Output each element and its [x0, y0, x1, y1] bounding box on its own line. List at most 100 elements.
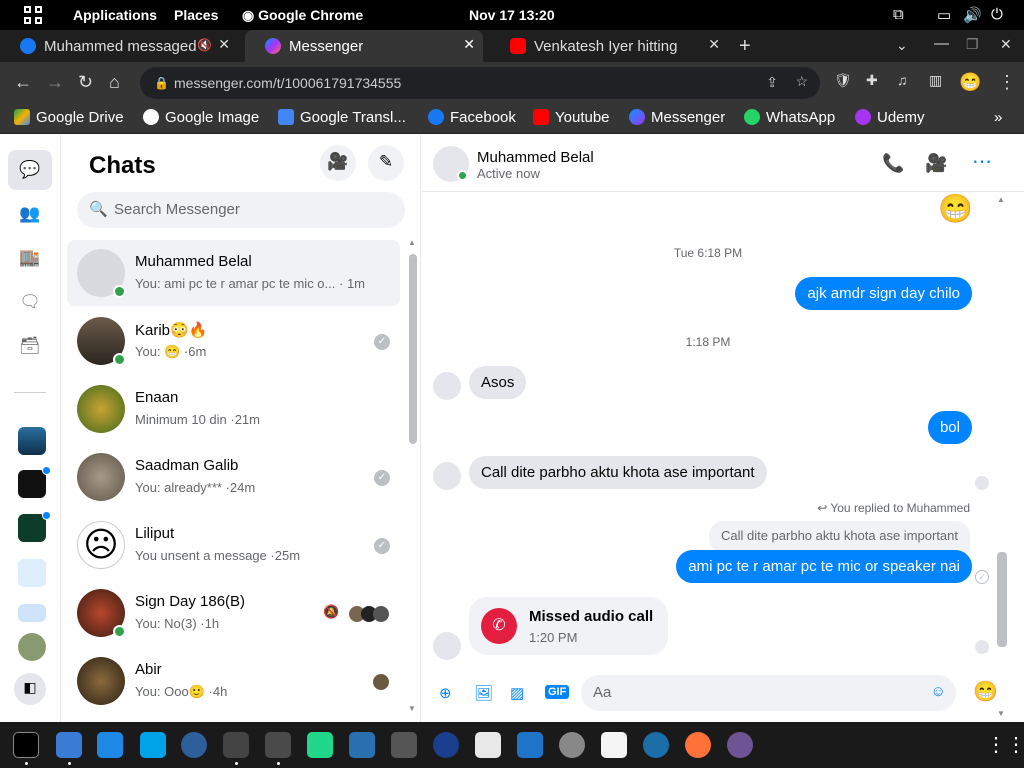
sticker-icon[interactable]: ▨: [510, 684, 524, 702]
outgoing-message[interactable]: ajk amdr sign day chilo: [795, 277, 972, 310]
chrome-menu-icon[interactable]: ⋮: [998, 72, 1016, 93]
scroll-thumb[interactable]: [409, 254, 417, 444]
chat-row-liliput[interactable]: ☹ Liliput You unsent a message ·25m ✓: [67, 512, 400, 578]
bookmark-whatsapp[interactable]: WhatsApp: [744, 109, 835, 126]
contact-name[interactable]: Muhammed Belal: [477, 149, 594, 166]
address-bar[interactable]: 🔒 messenger.com/t/100061791734555 ⇪ ☆: [140, 67, 820, 99]
mute-icon[interactable]: 🔇: [197, 38, 212, 52]
lang-community-icon[interactable]: [18, 514, 46, 542]
outgoing-message[interactable]: ami pc te r amar pc te mic or speaker na…: [676, 550, 972, 583]
bookmark-facebook[interactable]: Facebook: [428, 109, 516, 126]
mixer-icon[interactable]: [349, 732, 375, 758]
app-grid-icon[interactable]: [24, 6, 42, 24]
collapse-sidebar-icon[interactable]: ◧: [14, 673, 46, 705]
chat-row-muhammed-belal[interactable]: Muhammed Belal You: ami pc te r amar pc …: [67, 240, 400, 306]
files-icon[interactable]: [56, 732, 82, 758]
color-picker-icon[interactable]: [475, 732, 501, 758]
more-actions-icon[interactable]: ⊕: [439, 684, 452, 702]
incoming-message[interactable]: Call dite parbho aktu khota ase importan…: [469, 456, 767, 489]
bookmark-google-image[interactable]: Google Image: [143, 109, 259, 126]
chat-row-sign-day[interactable]: Sign Day 186(B) You: No(3) ·1h 🔕: [67, 580, 400, 646]
extension-shield-icon[interactable]: 🛡: [834, 72, 852, 89]
scroll-up-arrow[interactable]: ▲: [408, 238, 416, 247]
power-icon[interactable]: ⏻: [991, 6, 1003, 23]
chats-nav-icon[interactable]: 💬: [8, 150, 52, 190]
clock[interactable]: Nov 17 13:20: [469, 7, 555, 23]
bookmark-udemy[interactable]: Udemy: [855, 109, 925, 126]
forward-button[interactable]: →: [46, 72, 64, 93]
vscode-icon[interactable]: [97, 732, 123, 758]
wireshark-icon[interactable]: [643, 732, 669, 758]
conversation-scrollbar[interactable]: ▲ ▼: [996, 192, 1008, 722]
applications-menu[interactable]: Applications: [73, 7, 157, 23]
grin-emoji-message[interactable]: 😁: [938, 192, 973, 225]
new-tab-button[interactable]: +: [739, 35, 751, 58]
terminal-icon[interactable]: [13, 732, 39, 758]
bangladesh-community-icon[interactable]: [18, 559, 46, 587]
side-panel-icon[interactable]: ▥: [929, 72, 942, 89]
show-apps-icon[interactable]: ⋮⋮⋮: [986, 732, 1024, 757]
system-monitor-icon[interactable]: [181, 732, 207, 758]
lock-icon[interactable]: 🔒: [154, 76, 169, 90]
close-tab-icon[interactable]: ✕: [463, 36, 475, 53]
chat-row-abir[interactable]: Abir You: Ooo🙂 ·4h: [67, 648, 400, 714]
app-installer-icon[interactable]: [140, 732, 166, 758]
reply-quote[interactable]: Call dite parbho aktu khota ase importan…: [708, 521, 970, 553]
chat-row-saadman-galib[interactable]: Saadman Galib You: already*** ·24m ✓: [67, 444, 400, 510]
home-button[interactable]: ⌂: [109, 72, 120, 93]
share-icon[interactable]: ⇪: [766, 74, 778, 91]
tab-youtube[interactable]: Venkatesh Iyer hitting ✕: [490, 30, 728, 62]
chrome-taskbar-icon[interactable]: [223, 732, 249, 758]
tab-facebook[interactable]: Muhammed messaged 🔇 ✕: [0, 30, 238, 62]
mail-community-icon[interactable]: [18, 604, 46, 622]
new-room-button[interactable]: 🎥: [320, 145, 356, 181]
attach-image-icon[interactable]: 🖼: [474, 684, 493, 702]
close-tab-icon[interactable]: ✕: [708, 36, 720, 53]
firefox-icon[interactable]: [685, 732, 711, 758]
extensions-icon[interactable]: ✚: [866, 72, 878, 89]
scroll-thumb[interactable]: [997, 552, 1007, 647]
profile-icon[interactable]: [18, 633, 46, 661]
tab-messenger[interactable]: Messenger ✕: [245, 30, 483, 62]
bookmark-youtube[interactable]: Youtube: [533, 109, 610, 126]
audio-call-icon[interactable]: 📞: [882, 153, 904, 174]
code-community-icon[interactable]: [18, 470, 46, 498]
document-viewer-icon[interactable]: [601, 732, 627, 758]
scroll-up-arrow[interactable]: ▲: [997, 195, 1005, 204]
calculator-icon[interactable]: [391, 732, 417, 758]
pycharm-icon[interactable]: [307, 732, 333, 758]
chat-row-karib[interactable]: Karib😳🔥 You: 😁 ·6m ✓: [67, 308, 400, 374]
conversation-header[interactable]: Muhammed Belal Active now 📞 🎥 ⋯: [422, 135, 1024, 192]
database-icon[interactable]: [559, 732, 585, 758]
disk-utility-icon[interactable]: [433, 732, 459, 758]
marketplace-nav-icon[interactable]: 🏬: [8, 238, 52, 278]
scroll-down-arrow[interactable]: ▼: [408, 704, 416, 713]
emoji-picker-icon[interactable]: ☺: [931, 683, 946, 700]
outgoing-message[interactable]: bol: [927, 411, 972, 444]
sublime-text-icon[interactable]: [265, 732, 291, 758]
restore-icon[interactable]: ❐: [966, 36, 979, 53]
powershell-icon[interactable]: [517, 732, 543, 758]
requests-nav-icon[interactable]: 🗨: [8, 282, 52, 322]
bookmark-messenger[interactable]: Messenger: [629, 109, 725, 126]
gif-icon[interactable]: GIF: [545, 685, 570, 699]
archive-nav-icon[interactable]: 🗃: [8, 326, 52, 366]
people-nav-icon[interactable]: 👥: [8, 194, 52, 234]
quick-reaction-emoji[interactable]: 😁: [973, 679, 998, 704]
video-call-icon[interactable]: 🎥: [925, 153, 947, 174]
new-message-button[interactable]: ✎: [368, 145, 404, 181]
tab-search-icon[interactable]: ⌄: [896, 37, 908, 54]
media-controls-icon[interactable]: ♫: [897, 72, 908, 88]
display-icon[interactable]: ▭: [937, 6, 951, 24]
bookmark-google-drive[interactable]: Google Drive: [14, 109, 124, 126]
bookmark-star-icon[interactable]: ☆: [795, 73, 808, 90]
screenshot-icon[interactable]: ⧉: [893, 6, 904, 23]
profile-avatar[interactable]: 😁: [959, 72, 981, 93]
incoming-message[interactable]: Asos: [469, 366, 527, 399]
message-input[interactable]: Aa ☺: [581, 675, 956, 711]
reload-button[interactable]: ↻: [78, 72, 93, 93]
minimize-icon[interactable]: —: [934, 35, 949, 52]
more-bookmarks-icon[interactable]: »: [994, 109, 1002, 126]
places-menu[interactable]: Places: [174, 7, 218, 23]
close-window-icon[interactable]: ✕: [1000, 36, 1012, 53]
